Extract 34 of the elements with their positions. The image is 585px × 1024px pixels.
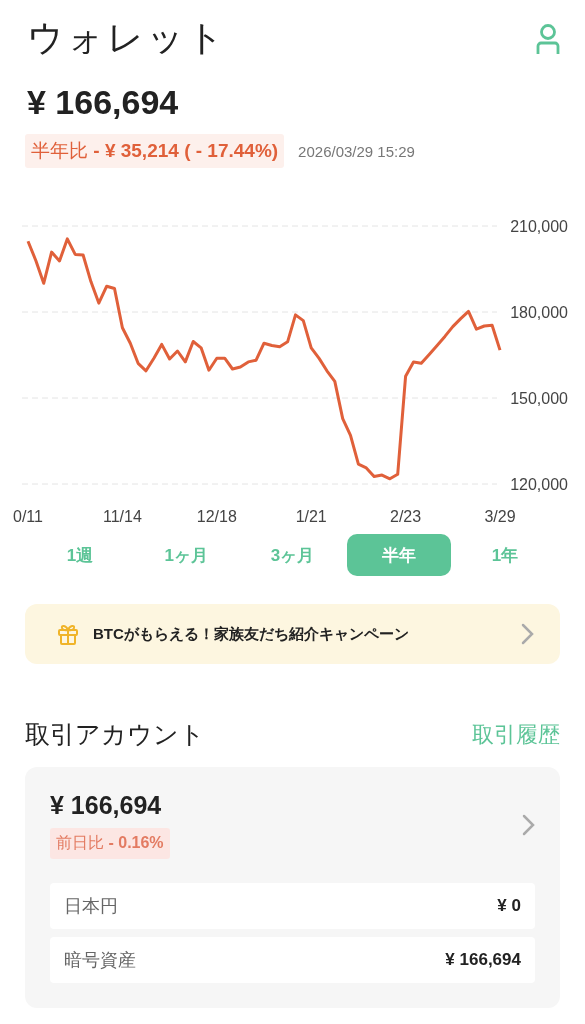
banner-text: BTCがもらえる！家族友だち紹介キャンペーン <box>93 624 410 644</box>
period-tab[interactable]: 1週 <box>28 534 133 576</box>
timestamp: 2026/03/29 15:29 <box>298 142 415 160</box>
period-tab[interactable]: 1ヶ月 <box>134 534 239 576</box>
account-total: ¥ 166,694 <box>50 791 163 820</box>
period-tab[interactable]: 3ヶ月 <box>240 534 345 576</box>
section-title: 取引アカウント <box>25 719 205 750</box>
axis-label: 210,000 <box>510 218 568 235</box>
axis-label: 2/23 <box>390 508 422 525</box>
chevron-right-icon <box>520 622 534 646</box>
asset-value: ¥ 0 <box>497 896 521 916</box>
axis-label: 12/18 <box>196 508 237 525</box>
axis-label: 150,000 <box>510 390 568 407</box>
page-title: ウォレット <box>27 16 227 60</box>
axis-label: 1/21 <box>295 508 327 525</box>
period-tab[interactable]: 1年 <box>452 534 557 576</box>
axis-label: 180,000 <box>510 304 568 321</box>
axis-label: 120,000 <box>510 476 568 493</box>
person-icon[interactable] <box>535 22 561 55</box>
axis-label: 0/11 <box>13 508 43 525</box>
axis-label: 3/29 <box>484 508 516 525</box>
axis-label: 11/14 <box>102 508 142 525</box>
asset-label: 暗号資産 <box>64 949 136 972</box>
change-badge: 半年比 - ¥ 35,214 ( - 17.44%) <box>25 134 285 168</box>
asset-label: 日本円 <box>64 895 118 918</box>
change-badge: 前日比 - 0.16% <box>50 828 170 859</box>
asset-value: ¥ 166,694 <box>445 950 521 970</box>
total-balance: ¥ 166,694 <box>26 82 180 122</box>
campaign-banner[interactable]: BTCがもらえる！家族友だち紹介キャンペーン <box>25 604 560 664</box>
gift-icon <box>57 623 79 645</box>
account-card[interactable]: ¥ 166,694 前日比 - 0.16% 日本円 ¥ 0 暗号資産 ¥ 166,694 <box>25 767 560 1008</box>
period-tab[interactable]: 半年 <box>346 534 451 576</box>
chevron-right-icon <box>521 813 535 837</box>
history-link[interactable]: 取引履歴 <box>472 719 560 750</box>
